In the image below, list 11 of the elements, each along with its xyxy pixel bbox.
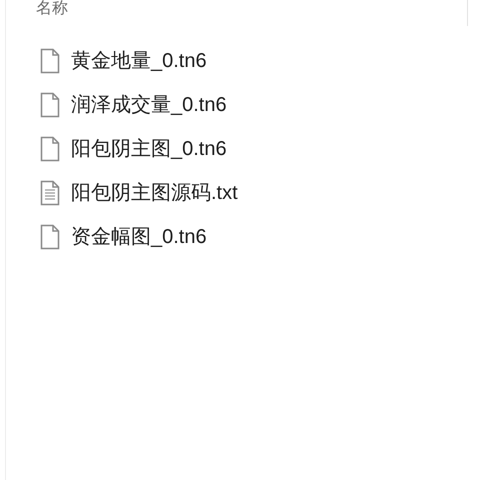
- file-name[interactable]: 润泽成交量_0.tn6: [71, 92, 227, 118]
- file-icon: [40, 136, 60, 162]
- text-file-icon: [40, 180, 60, 206]
- file-icon: [40, 224, 60, 250]
- file-name[interactable]: 阳包阴主图_0.tn6: [71, 136, 227, 162]
- file-name[interactable]: 阳包阴主图源码.txt: [71, 180, 238, 206]
- file-icon: [40, 48, 60, 74]
- column-header[interactable]: 名称: [36, 0, 480, 18]
- file-icon: [40, 92, 60, 118]
- file-name[interactable]: 资金幅图_0.tn6: [71, 224, 207, 250]
- file-name[interactable]: 黄金地量_0.tn6: [71, 48, 207, 74]
